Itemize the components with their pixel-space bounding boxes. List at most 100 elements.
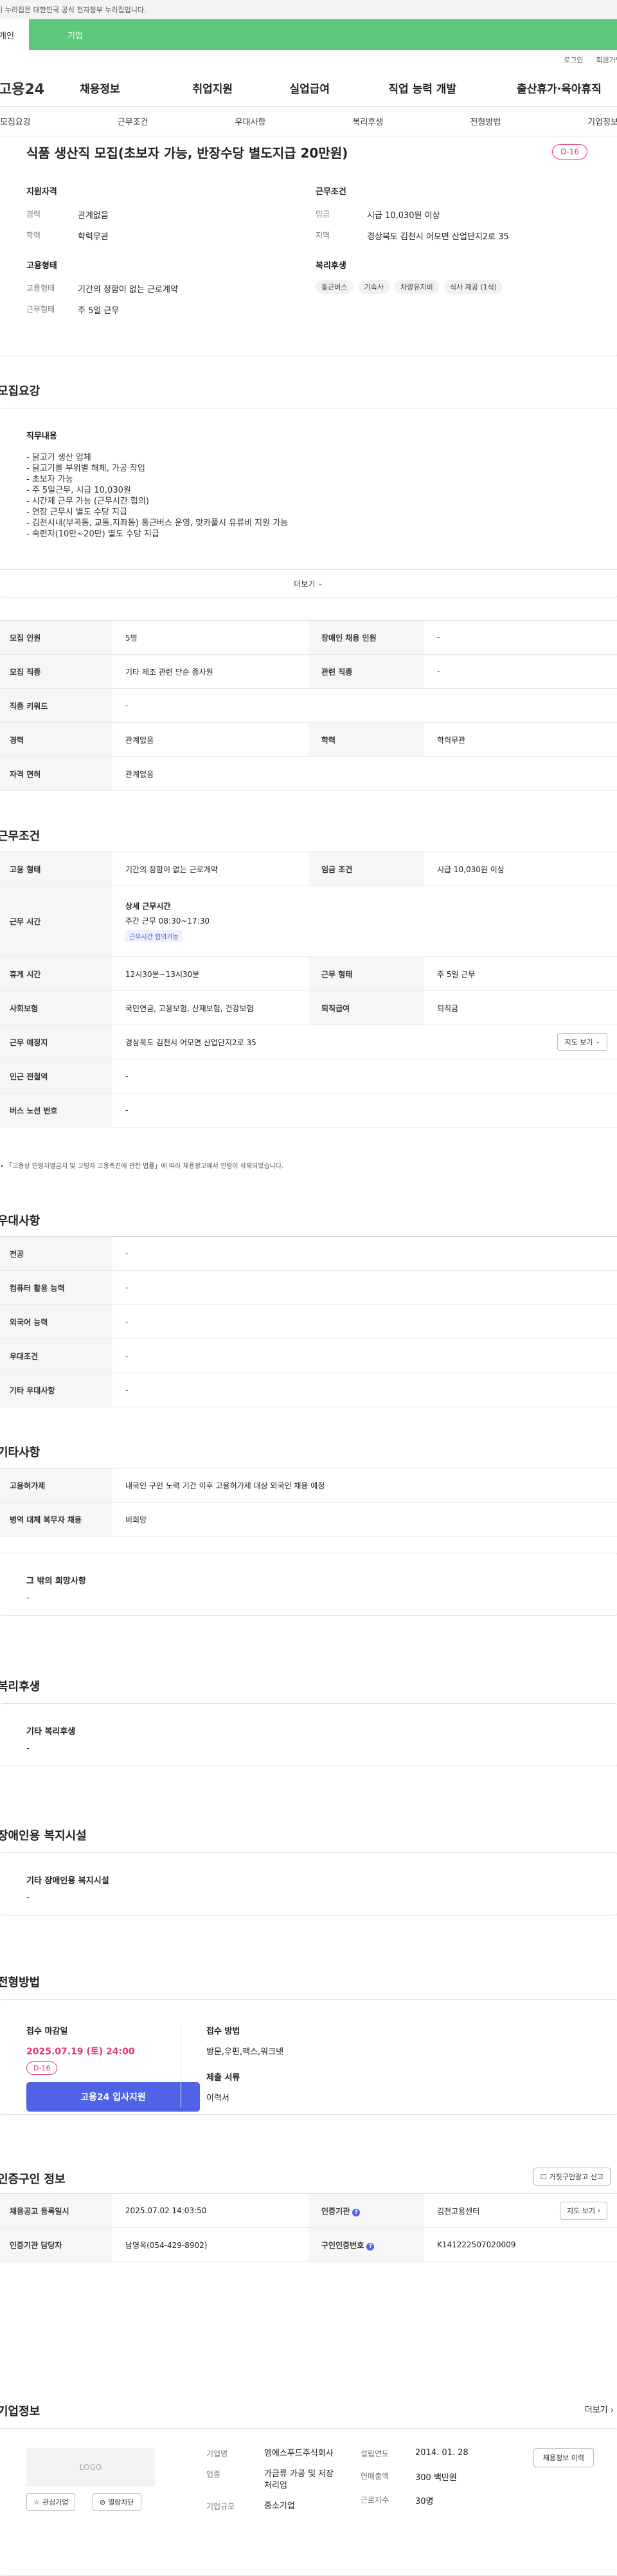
table-row: 직종 키워드 - — [0, 688, 617, 723]
table-cell: 학력무관 — [424, 722, 617, 757]
table-header-cell: 우대조건 — [0, 1338, 112, 1373]
table-cell: 5명 — [112, 620, 308, 655]
duty-line: - 닭고기를 부위별 해체, 가공 작업 — [26, 464, 145, 473]
map-view-label: 지도 보기 — [564, 1038, 593, 1046]
table-cell: 국민연금, 고용보험, 산재보험, 건강보험 — [112, 991, 308, 1025]
gnb-item-unemployment[interactable]: 실업급여 — [289, 80, 388, 96]
duty-line: - 닭고기 생산 업체 — [26, 453, 91, 462]
table-row: 병역 대체 복무자 채용 비희망 — [0, 1502, 617, 1537]
company-more-link[interactable]: 더보기 › — [585, 2403, 614, 2415]
company-info-right: 설립연도 2014. 01. 28 연매출액 300 백만원 근로자수 30명 — [361, 2448, 469, 2507]
dday-badge: D-16 — [552, 144, 587, 160]
recruit-history-button[interactable]: 채용정보 이력 — [533, 2448, 594, 2467]
conditions-value-wage: 시급 10,030원 이상 — [367, 211, 440, 221]
chevron-right-icon: › — [598, 2207, 600, 2215]
bullet-icon: • — [0, 1163, 6, 1170]
tab-individual[interactable]: 개인 — [0, 19, 29, 50]
subnav-screening[interactable]: 전형방법 — [470, 115, 501, 127]
table-cell: 기간의 정함이 없는 근로계약 — [112, 852, 308, 886]
subnav-welfare[interactable]: 복리후생 — [352, 115, 383, 127]
benefit-value: - — [26, 1744, 30, 1753]
age-notice: • 「고용상 연령차별금지 및 고령자 고용촉진에 관한 법률」에 따라 채용광… — [0, 1160, 283, 1170]
duty-heading: 직무내용 — [26, 432, 57, 441]
table-cell: - — [112, 1304, 617, 1339]
table-header-cell: 장애인 채용 인원 — [308, 620, 424, 655]
table-header-cell: 고용허가제 — [0, 1468, 112, 1503]
table-header-cell: 직종 키워드 — [0, 688, 112, 723]
table-row: 우대조건 - — [0, 1338, 617, 1373]
report-false-ad-button[interactable]: ☐ 거짓구인광고 신고 — [533, 2168, 611, 2186]
cert-no-label: 구인인증번호 — [321, 2240, 364, 2250]
employment-label-worktype: 근무형태 — [26, 305, 55, 314]
logo[interactable]: 고용24 — [0, 78, 93, 98]
table-row: 모집 인원 5명 장애인 채용 인원 - — [0, 620, 617, 655]
info-icon[interactable]: ? — [352, 2208, 361, 2216]
interest-company-label: 관심기업 — [42, 2498, 69, 2507]
welfare-heading: 복리후생 — [316, 261, 346, 271]
company-card: LOGO ☆ 관심기업 ⊘ 열람차단 기업명 엠에스푸드주식회사 업종 가금류 가공… — [0, 2428, 617, 2576]
duty-line: - 시간제 근무 가능 (근무시간 협의) — [26, 497, 149, 506]
company-sales-label: 연매출액 — [361, 2472, 389, 2481]
recruit-title: 모집요강 — [0, 385, 40, 398]
interest-company-button[interactable]: ☆ 관심기업 — [26, 2493, 76, 2511]
gov-banner-text: 이 누리집은 대한민국 공식 전자정부 누리집입니다. — [0, 6, 147, 14]
login-link[interactable]: 로그인 — [564, 55, 583, 65]
apply-button[interactable]: 고용24 입사지원 — [26, 2082, 200, 2112]
work-hours-detail-title: 상세 근무시간 — [125, 902, 171, 911]
subnav-recruit[interactable]: 모집요강 — [0, 115, 31, 127]
duty-more-button[interactable]: 더보기 ⌄ — [0, 569, 617, 598]
block-icon: ⊘ — [100, 2498, 106, 2507]
etc-table: 고용허가제 내국인 구인 노력 기간 이후 고용허가제 대상 외국인 채용 예정 … — [0, 1468, 617, 1537]
company-employees-label: 근로자수 — [361, 2496, 389, 2505]
subnav-preference[interactable]: 우대사항 — [235, 115, 266, 127]
etc-title: 기타사항 — [0, 1446, 40, 1459]
pref-title: 우대사항 — [0, 1214, 40, 1228]
table-cell: 2025.07.02 14:03:50 — [112, 2193, 308, 2228]
section-subnav: 모집요강 근무조건 우대사항 복리후생 전형방법 기업정보 — [0, 107, 617, 136]
table-row: 근무 예정지 경상북도 김천시 어모면 산업단지2로 35 지도 보기 ⌄ — [0, 1025, 617, 1059]
duty-card: 직무내용 - 닭고기 생산 업체 - 닭고기를 부위별 해체, 가공 작업 - … — [0, 408, 617, 598]
info-icon[interactable]: ? — [366, 2242, 375, 2251]
work-table: 고용 형태 기간의 정함이 없는 근로계약 임금 조건 시급 10,030원 이… — [0, 852, 617, 1128]
screening-dday-badge: D-16 — [26, 2061, 58, 2075]
table-header-cell: 퇴직급여 — [308, 991, 424, 1025]
company-size-value: 중소기업 — [264, 2501, 295, 2511]
employment-block: 고용형태 고용형태 기간의 정함이 없는 근로계약 근무형태 주 5일 근무 — [26, 259, 178, 316]
table-cell: 남명옥(054-429-8902) — [112, 2227, 308, 2262]
gnb-item-training[interactable]: 직업 능력 개발 — [388, 80, 517, 96]
subnav-company[interactable]: 기업정보 — [587, 115, 617, 127]
table-cell: - — [112, 1373, 617, 1407]
global-nav: 고용24 채용정보 취업지원 실업급여 직업 능력 개발 출산휴가·육아휴직 — [0, 69, 617, 107]
deadline-value: 2025.07.19 (토) 24:00 — [26, 2047, 135, 2057]
conditions-label-wage: 임금 — [316, 210, 330, 219]
signup-link[interactable]: 회원가입 — [596, 55, 617, 65]
table-row: 경력 관계없음 학력 학력무관 — [0, 722, 617, 757]
gnb-item-jobs[interactable]: 채용정보 — [80, 80, 192, 96]
company-more-label: 더보기 — [584, 2406, 608, 2415]
map-view-button[interactable]: 지도 보기 ⌄ — [557, 1033, 607, 1051]
qualification-value-career: 관계없음 — [78, 211, 109, 221]
cert-table: 채용공고 등록일시 2025.07.02 14:03:50 인증기관 ? 김천고… — [0, 2193, 617, 2262]
block-view-button[interactable]: ⊘ 열람차단 — [93, 2493, 141, 2511]
duty-line: - 연장 근무시 별도 수당 지급 — [26, 507, 127, 517]
utility-links: 로그인 회원가입 — [0, 50, 617, 69]
table-header-cell: 기타 우대사항 — [0, 1373, 112, 1407]
agency-map-button[interactable]: 지도 보기 › — [560, 2202, 607, 2220]
gnb-item-employment-support[interactable]: 취업지원 — [192, 80, 289, 96]
subnav-conditions[interactable]: 근무조건 — [118, 115, 148, 127]
conditions-label-region: 지역 — [316, 231, 330, 240]
table-row: 휴게 시간 12시30분~13시30분 근무 형태 주 5일 근무 — [0, 956, 617, 991]
table-header-cell: 모집 인원 — [0, 620, 112, 655]
table-row: 고용 형태 기간의 정함이 없는 근로계약 임금 조건 시급 10,030원 이… — [0, 852, 617, 886]
tab-business[interactable]: 기업 — [29, 19, 617, 50]
chevron-right-icon: › — [610, 2406, 614, 2415]
screening-card: 접수 마감일 2025.07.19 (토) 24:00 D-16 고용24 입사… — [0, 1999, 617, 2115]
main-content: 모집요강 직무내용 - 닭고기 생산 업체 - 닭고기를 부위별 해체, 가공 … — [0, 356, 617, 2286]
table-header-cell: 외국어 능력 — [0, 1304, 112, 1339]
benefit-title: 복리후생 — [0, 1680, 40, 1694]
table-row: 버스 노선 번호 - — [0, 1093, 617, 1128]
gnb-item-parental-leave[interactable]: 출산휴가·육아휴직 — [517, 80, 617, 96]
chevron-down-icon: ⌄ — [595, 1039, 600, 1045]
work-location-cell: 경상북도 김천시 어모면 산업단지2로 35 지도 보기 ⌄ — [112, 1025, 617, 1059]
work-location-value: 경상북도 김천시 어모면 산업단지2로 35 — [125, 1037, 256, 1047]
